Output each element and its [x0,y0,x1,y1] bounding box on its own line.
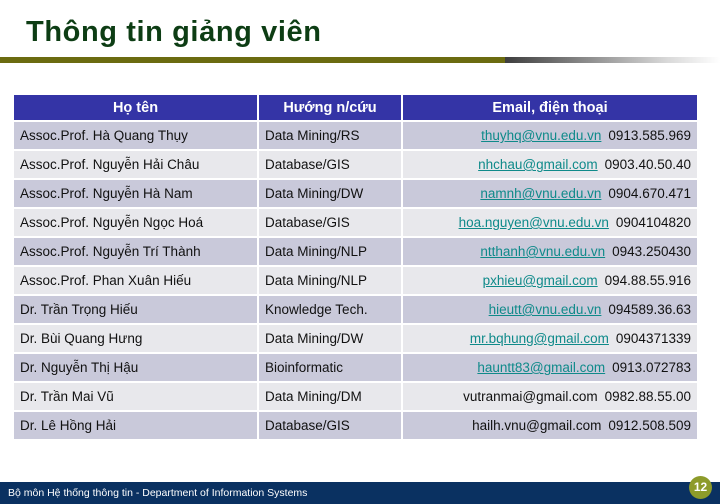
phone-number: 0982.88.55.00 [604,389,691,404]
column-header-field: Hướng n/cứu [258,95,403,122]
email-link[interactable]: nhchau@gmail.com [478,157,598,172]
cell-research-field: Database/GIS [258,411,403,441]
slide-number-badge: 12 [689,476,712,499]
table-body: Assoc.Prof. Hà Quang Thụy Data Mining/RS t… [14,121,697,441]
page-title: Thông tin giảng viên [26,16,322,48]
table-header-row: Họ tên Hướng n/cứu Email, điện thoại [14,95,697,122]
table-header: Họ tên Hướng n/cứu Email, điện thoại [14,95,697,122]
table-row: Dr. Lê Hồng Hải Database/GIS hailh.vnu@gma… [14,411,697,441]
table-row: Dr. Trần Trọng Hiếu Knowledge Tech. hieutt… [14,295,697,325]
cell-research-field: Data Mining/DW [258,179,403,209]
table-row: Assoc.Prof. Phan Xuân Hiếu Data Mining/NL… [14,266,697,296]
email-link[interactable]: thuyhq@vnu.edu.vn [481,128,601,143]
cell-research-field: Knowledge Tech. [258,295,403,325]
cell-email-phone: namnh@vnu.edu.vn 0904.670.471 [402,179,697,209]
phone-number: 0904.670.471 [608,186,691,201]
cell-lecturer-name: Assoc.Prof. Nguyễn Hải Châu [14,150,259,180]
phone-number: 0904371339 [615,331,691,346]
cell-email-phone: hailh.vnu@gmail.com 0912.508.509 [402,411,697,441]
table-row: Assoc.Prof. Nguyễn Trí Thành Data Mining/… [14,237,697,267]
cell-email-phone: ntthanh@vnu.edu.vn 0943.250430 [402,237,697,267]
column-header-mail: Email, điện thoại [402,95,697,122]
cell-email-phone: mr.bqhung@gmail.com 0904371339 [402,324,697,354]
cell-lecturer-name: Dr. Trần Mai Vũ [14,382,259,412]
table-row: Dr. Nguyễn Thị Hậu Bioinformatic hauntt83@… [14,353,697,383]
title-rule-solid [0,57,505,63]
cell-research-field: Database/GIS [258,150,403,180]
phone-number: 0913.585.969 [608,128,691,143]
cell-email-phone: hauntt83@gmail.com 0913.072783 [402,353,697,383]
cell-research-field: Database/GIS [258,208,403,238]
cell-email-phone: thuyhq@vnu.edu.vn 0913.585.969 [402,121,697,151]
cell-lecturer-name: Assoc.Prof. Hà Quang Thụy [14,121,259,151]
cell-lecturer-name: Dr. Bùi Quang Hưng [14,324,259,354]
table-row: Assoc.Prof. Nguyễn Hải Châu Database/GIS n… [14,150,697,180]
cell-lecturer-name: Assoc.Prof. Nguyễn Hà Nam [14,179,259,209]
phone-number: 0904104820 [615,215,691,230]
table-row: Dr. Trần Mai Vũ Data Mining/DM vutranmai@g… [14,382,697,412]
cell-email-phone: hoa.nguyen@vnu.edu.vn 0904104820 [402,208,697,238]
phone-number: 0943.250430 [612,244,691,259]
cell-research-field: Data Mining/DW [258,324,403,354]
table-row: Assoc.Prof. Nguyễn Ngọc Hoá Database/GIS h… [14,208,697,238]
cell-research-field: Data Mining/RS [258,121,403,151]
phone-number: 0913.072783 [612,360,691,375]
email-link: hailh.vnu@gmail.com [472,418,602,433]
title-underline-rule [0,57,720,63]
phone-number: 0903.40.50.40 [604,157,691,172]
cell-email-phone: nhchau@gmail.com 0903.40.50.40 [402,150,697,180]
cell-lecturer-name: Dr. Lê Hồng Hải [14,411,259,441]
table-row: Assoc.Prof. Nguyễn Hà Nam Data Mining/DW n… [14,179,697,209]
phone-number: 094589.36.63 [608,302,691,317]
email-link[interactable]: hieutt@vnu.edu.vn [489,302,602,317]
title-rule-gradient [505,57,720,63]
cell-research-field: Data Mining/DM [258,382,403,412]
email-link: vutranmai@gmail.com [463,389,598,404]
cell-email-phone: pxhieu@gmail.com 094.88.55.916 [402,266,697,296]
table-row: Dr. Bùi Quang Hưng Data Mining/DW mr.bqhun… [14,324,697,354]
column-header-name: Họ tên [14,95,259,122]
cell-research-field: Bioinformatic [258,353,403,383]
email-link[interactable]: pxhieu@gmail.com [483,273,598,288]
cell-lecturer-name: Assoc.Prof. Nguyễn Ngọc Hoá [14,208,259,238]
email-link[interactable]: ntthanh@vnu.edu.vn [480,244,605,259]
table-row: Assoc.Prof. Hà Quang Thụy Data Mining/RS t… [14,121,697,151]
footer-bar: Bộ môn Hệ thống thông tin - Department o… [0,476,720,504]
cell-lecturer-name: Dr. Trần Trọng Hiếu [14,295,259,325]
phone-number: 094.88.55.916 [604,273,691,288]
cell-lecturer-name: Dr. Nguyễn Thị Hậu [14,353,259,383]
email-link[interactable]: hauntt83@gmail.com [477,360,605,375]
cell-research-field: Data Mining/NLP [258,266,403,296]
cell-email-phone: vutranmai@gmail.com 0982.88.55.00 [402,382,697,412]
cell-email-phone: hieutt@vnu.edu.vn 094589.36.63 [402,295,697,325]
email-link[interactable]: namnh@vnu.edu.vn [480,186,601,201]
email-link[interactable]: mr.bqhung@gmail.com [470,331,609,346]
cell-lecturer-name: Assoc.Prof. Phan Xuân Hiếu [14,266,259,296]
email-link[interactable]: hoa.nguyen@vnu.edu.vn [459,215,609,230]
cell-lecturer-name: Assoc.Prof. Nguyễn Trí Thành [14,237,259,267]
lecturer-info-table: Họ tên Hướng n/cứu Email, điện thoại Ass… [14,95,697,441]
footer-text: Bộ môn Hệ thống thông tin - Department o… [8,487,308,499]
phone-number: 0912.508.509 [608,418,691,433]
cell-research-field: Data Mining/NLP [258,237,403,267]
